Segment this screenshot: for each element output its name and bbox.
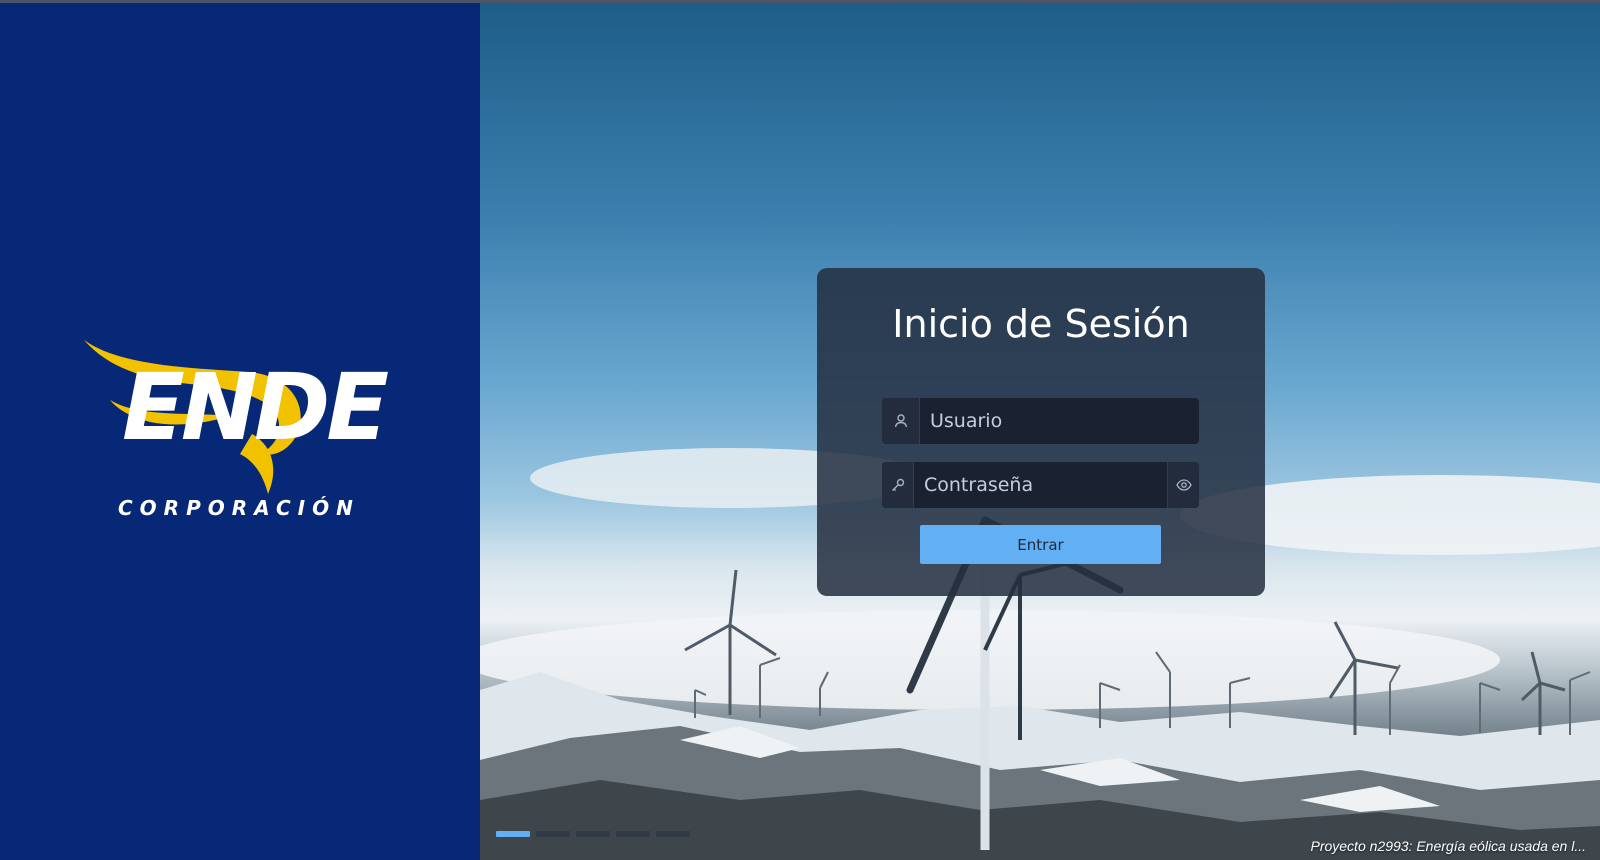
login-title: Inicio de Sesión bbox=[892, 302, 1190, 346]
login-submit-button[interactable]: Entrar bbox=[920, 525, 1161, 564]
window-top-strip bbox=[0, 0, 1600, 3]
ende-logo: ENDE CORPORACIÓN bbox=[80, 338, 400, 528]
background-caption: Proyecto n2993: Energía eólica usada en … bbox=[1310, 838, 1586, 854]
user-icon bbox=[882, 398, 920, 444]
brand-panel: ENDE CORPORACIÓN bbox=[0, 0, 480, 860]
login-card: Inicio de Sesión Entrar bbox=[817, 268, 1265, 596]
password-input[interactable] bbox=[914, 462, 1167, 508]
key-icon bbox=[882, 462, 914, 508]
logo-subtitle: CORPORACIÓN bbox=[118, 496, 360, 520]
slide-indicator-5[interactable] bbox=[656, 831, 690, 837]
slide-indicator-4[interactable] bbox=[616, 831, 650, 837]
username-input[interactable] bbox=[920, 398, 1199, 444]
slide-indicator-1[interactable] bbox=[496, 831, 530, 837]
password-field bbox=[882, 462, 1199, 508]
slide-indicator-2[interactable] bbox=[536, 831, 570, 837]
username-field bbox=[882, 398, 1199, 444]
show-password-eye-icon[interactable] bbox=[1167, 462, 1199, 508]
logo-wordmark: ENDE bbox=[122, 354, 389, 461]
slide-indicator-3[interactable] bbox=[576, 831, 610, 837]
slide-indicators bbox=[496, 831, 690, 837]
